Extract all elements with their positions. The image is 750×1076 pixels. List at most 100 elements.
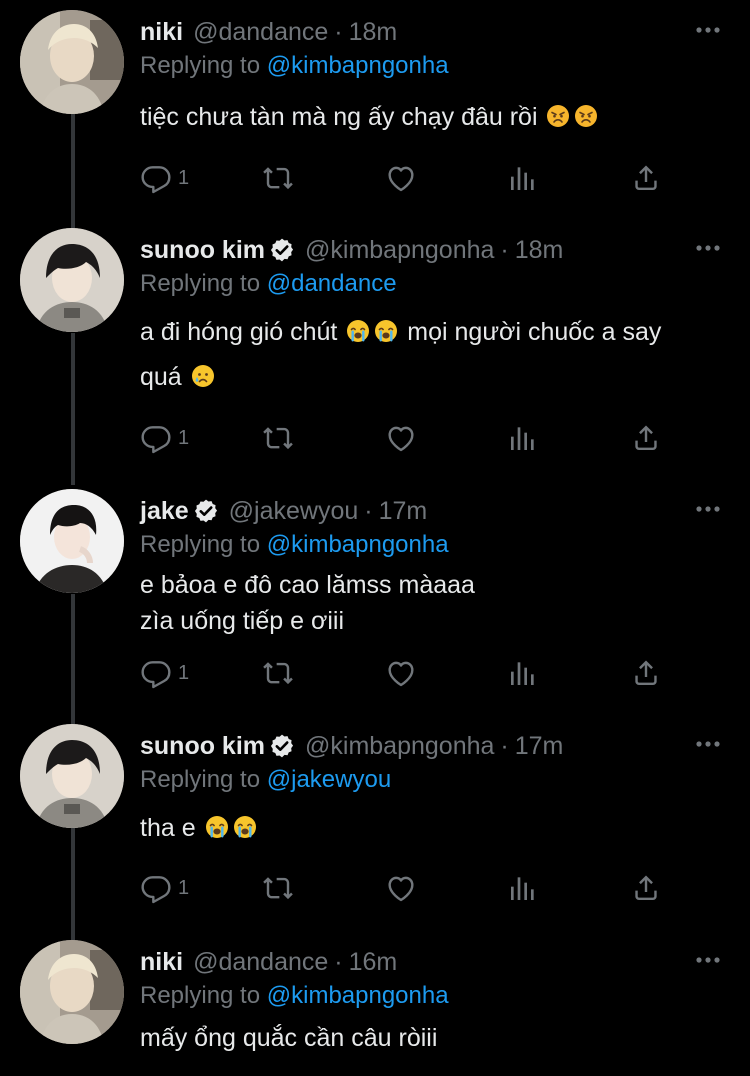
- timestamp[interactable]: 18m: [349, 18, 398, 47]
- tweet[interactable]: sunoo kim @kimbapngonha · 18m Replying t…: [0, 218, 750, 480]
- tweet[interactable]: niki @dandance · 16m Replying to @kimbap…: [0, 930, 750, 1076]
- replying-to-label: Replying to: [140, 52, 261, 79]
- timestamp[interactable]: 18m: [515, 236, 564, 265]
- more-icon[interactable]: [694, 236, 722, 260]
- tweet-text-content: tiệc chưa tàn mà ng ấy chạy đâu rồi: [140, 103, 538, 131]
- tweet[interactable]: sunoo kim @kimbapngonha · 17m Replying t…: [0, 714, 750, 934]
- user-handle[interactable]: @kimbapngonha: [305, 732, 494, 761]
- display-name[interactable]: jake: [140, 497, 189, 526]
- reply-button[interactable]: 1: [140, 872, 189, 904]
- share-icon: [630, 422, 662, 454]
- separator-dot: ·: [334, 947, 343, 976]
- share-icon: [630, 657, 662, 689]
- more-icon[interactable]: [694, 732, 722, 756]
- analytics-icon: [507, 162, 539, 194]
- action-bar: 1: [140, 162, 680, 196]
- replying-to: Replying to @jakewyou: [140, 766, 391, 794]
- separator-dot: ·: [500, 731, 509, 760]
- like-button[interactable]: [385, 872, 417, 904]
- separator-dot: ·: [500, 235, 509, 264]
- mention-link[interactable]: @kimbapngonha: [267, 982, 449, 1009]
- action-bar: 1: [140, 657, 680, 691]
- avatar[interactable]: [20, 724, 124, 828]
- analytics-icon: [507, 422, 539, 454]
- timestamp[interactable]: 16m: [349, 948, 398, 977]
- replying-to-label: Replying to: [140, 531, 261, 558]
- reply-button[interactable]: 1: [140, 657, 189, 689]
- tweet-text: mấy ổng quắc cần câu ròiii: [140, 1024, 438, 1052]
- reply-icon: [140, 422, 172, 454]
- more-icon[interactable]: [694, 948, 722, 972]
- angry-face-icon: [546, 104, 570, 128]
- replying-to-label: Replying to: [140, 766, 261, 793]
- heart-icon: [385, 657, 417, 689]
- avatar[interactable]: [20, 489, 124, 593]
- like-button[interactable]: [385, 657, 417, 689]
- heart-icon: [385, 162, 417, 194]
- analytics-icon: [507, 872, 539, 904]
- share-button[interactable]: [630, 872, 662, 904]
- user-handle[interactable]: @dandance: [193, 948, 328, 977]
- reply-icon: [140, 162, 172, 194]
- user-handle[interactable]: @dandance: [193, 18, 328, 47]
- more-icon[interactable]: [694, 497, 722, 521]
- replying-to-label: Replying to: [140, 270, 261, 297]
- share-button[interactable]: [630, 657, 662, 689]
- retweet-button[interactable]: [262, 422, 294, 454]
- analytics-button[interactable]: [507, 422, 539, 454]
- separator-dot: ·: [364, 496, 373, 525]
- mention-link[interactable]: @kimbapngonha: [267, 531, 449, 558]
- analytics-button[interactable]: [507, 162, 539, 194]
- tweet-text: a đi hóng gió chút mọi người chuốc a say…: [140, 310, 730, 400]
- analytics-button[interactable]: [507, 872, 539, 904]
- heart-icon: [385, 422, 417, 454]
- timestamp[interactable]: 17m: [379, 497, 428, 526]
- reply-count: 1: [178, 661, 190, 684]
- replying-to: Replying to @dandance: [140, 270, 397, 298]
- timestamp[interactable]: 17m: [515, 732, 564, 761]
- avatar[interactable]: [20, 10, 124, 114]
- tweet[interactable]: jake @jakewyou · 17m Replying to @kimbap…: [0, 479, 750, 715]
- tweet-text-content: mọi người chuốc a say: [400, 318, 662, 346]
- verified-badge-icon: [193, 498, 219, 524]
- retweet-icon: [262, 657, 294, 689]
- mention-link[interactable]: @jakewyou: [267, 766, 391, 793]
- verified-badge-icon: [269, 237, 295, 263]
- share-button[interactable]: [630, 422, 662, 454]
- loudly-crying-face-icon: [205, 815, 229, 839]
- user-handle[interactable]: @jakewyou: [229, 497, 359, 526]
- loudly-crying-face-icon: [233, 815, 257, 839]
- tweet[interactable]: niki @dandance · 18m Replying to @kimbap…: [0, 0, 750, 220]
- tweet-text-content: tha e: [140, 814, 196, 842]
- reply-icon: [140, 872, 172, 904]
- like-button[interactable]: [385, 422, 417, 454]
- retweet-icon: [262, 872, 294, 904]
- user-handle[interactable]: @kimbapngonha: [305, 236, 494, 265]
- reply-button[interactable]: 1: [140, 422, 189, 454]
- like-button[interactable]: [385, 162, 417, 194]
- mention-link[interactable]: @kimbapngonha: [267, 52, 449, 79]
- tweet-text: tiệc chưa tàn mà ng ấy chạy đâu rồi: [140, 95, 730, 140]
- heart-icon: [385, 872, 417, 904]
- avatar[interactable]: [20, 228, 124, 332]
- display-name[interactable]: niki: [140, 18, 183, 47]
- retweet-button[interactable]: [262, 162, 294, 194]
- display-name[interactable]: niki: [140, 948, 183, 977]
- display-name[interactable]: sunoo kim: [140, 732, 265, 761]
- action-bar: 1: [140, 422, 680, 456]
- crying-face-icon: [191, 364, 215, 388]
- tweet-text-content: quá: [140, 363, 182, 391]
- retweet-button[interactable]: [262, 657, 294, 689]
- share-button[interactable]: [630, 162, 662, 194]
- retweet-button[interactable]: [262, 872, 294, 904]
- avatar[interactable]: [20, 940, 124, 1044]
- tweet-text-content: a đi hóng gió chút: [140, 318, 338, 346]
- reply-count: 1: [178, 876, 190, 899]
- analytics-button[interactable]: [507, 657, 539, 689]
- replying-to: Replying to @kimbapngonha: [140, 531, 449, 559]
- mention-link[interactable]: @dandance: [267, 270, 397, 297]
- reply-button[interactable]: 1: [140, 162, 189, 194]
- retweet-icon: [262, 162, 294, 194]
- more-icon[interactable]: [694, 18, 722, 42]
- display-name[interactable]: sunoo kim: [140, 236, 265, 265]
